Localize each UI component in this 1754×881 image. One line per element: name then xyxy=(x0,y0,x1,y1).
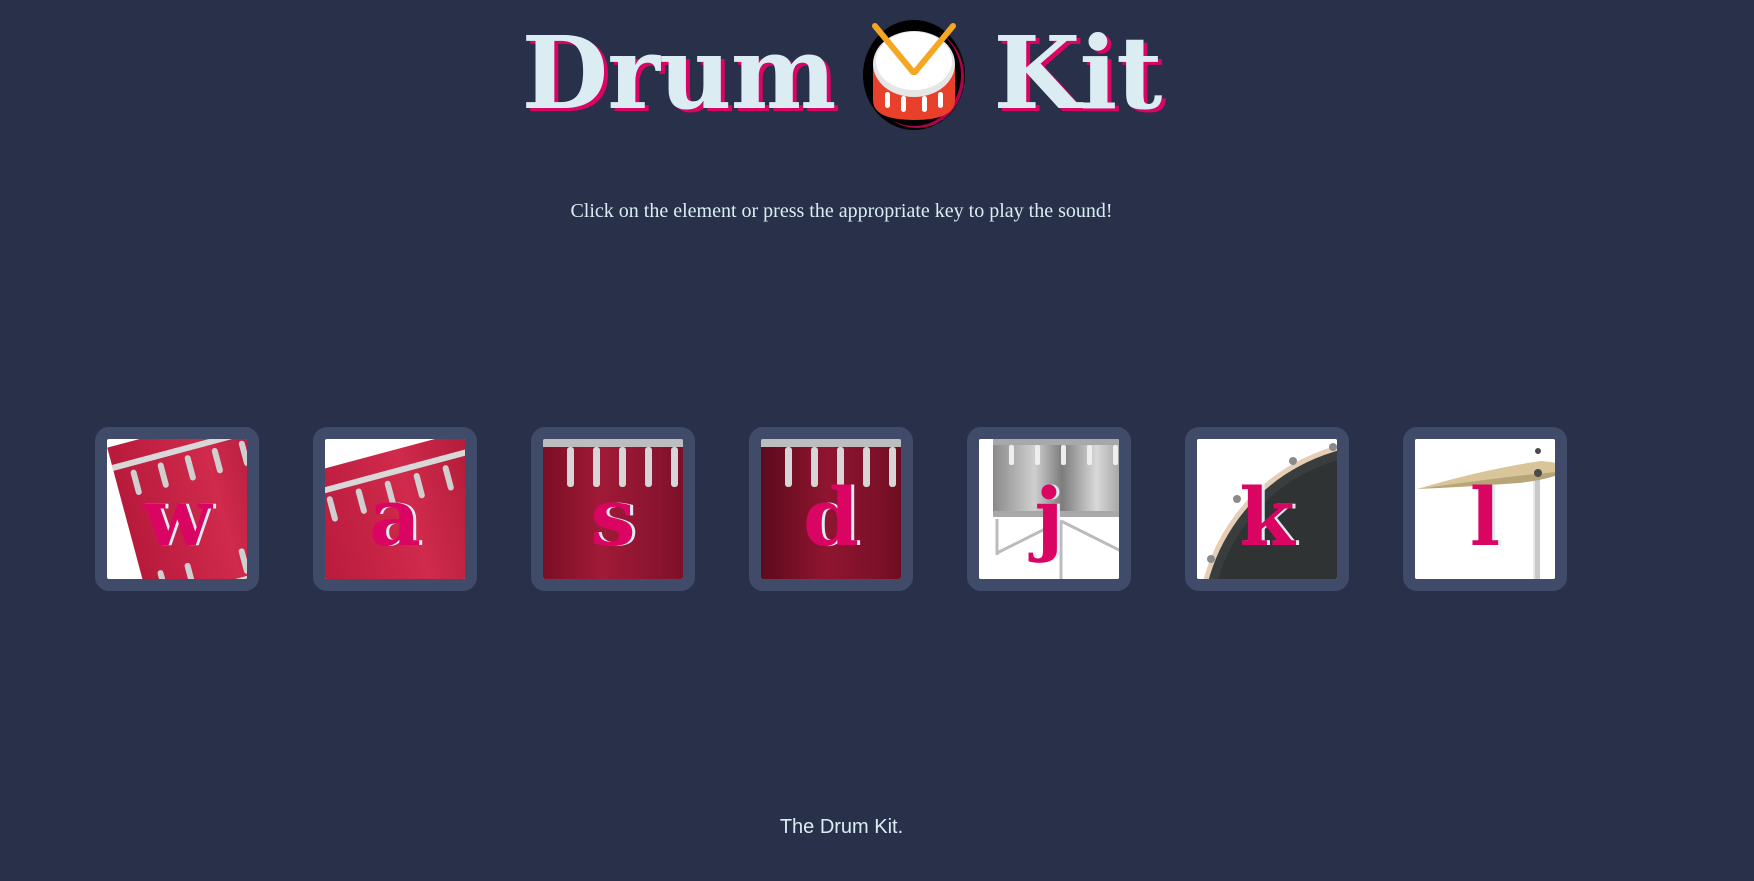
drum-key-label: d xyxy=(803,470,859,564)
drum-icon xyxy=(863,20,966,130)
drum-button-k[interactable]: k xyxy=(1185,427,1349,591)
drum-button-d[interactable]: d xyxy=(749,427,913,591)
drum-key-label: w xyxy=(142,470,212,564)
drum-key-label: k xyxy=(1239,470,1295,564)
title-drum-word: Drum xyxy=(521,14,836,132)
drum-key-label: a xyxy=(369,470,421,564)
drum-button-l[interactable]: l xyxy=(1403,427,1567,591)
drum-button-w[interactable]: w xyxy=(95,427,259,591)
drum-key-label: s xyxy=(590,470,636,564)
drum-button-s[interactable]: s xyxy=(531,427,695,591)
instructions-text: Click on the element or press the approp… xyxy=(570,200,1113,222)
footer-text: The Drum Kit. xyxy=(779,816,904,838)
drum-button-j[interactable]: j xyxy=(967,427,1131,591)
page-title: Drum Kit xyxy=(0,8,1683,138)
drum-set: w a s d j k l xyxy=(95,427,1589,614)
drum-key-label: l xyxy=(1469,470,1501,564)
title-kit-word: Kit xyxy=(993,14,1162,132)
drum-key-label: j xyxy=(1034,470,1064,564)
drum-button-a[interactable]: a xyxy=(313,427,477,591)
